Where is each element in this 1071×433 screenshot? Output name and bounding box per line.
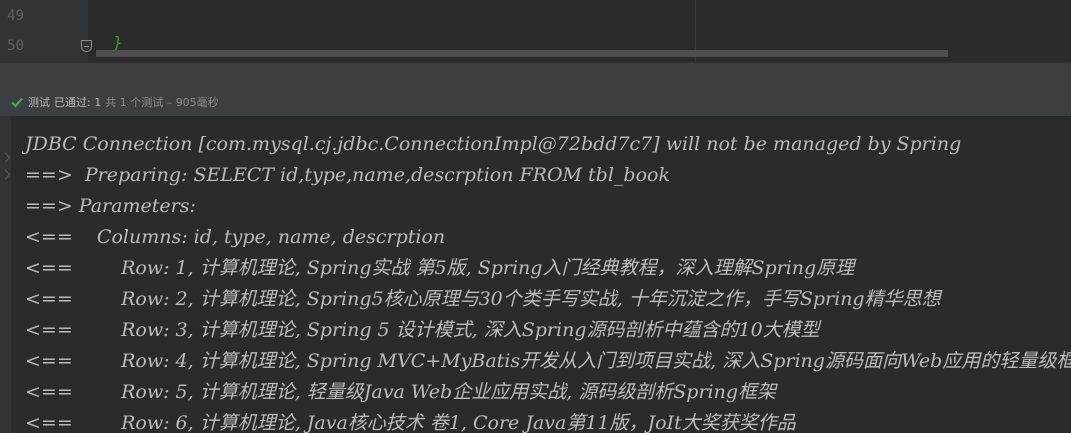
console-output[interactable]: JDBC Connection [com.mysql.cj.jdbc.Conne… bbox=[0, 116, 1071, 433]
check-icon bbox=[11, 97, 23, 108]
test-status-bar: 测试 已通过: 1 共 1 个测试 – 905毫秒 bbox=[0, 62, 1071, 116]
test-result-summary: 测试 已通过: 1 共 1 个测试 – 905毫秒 bbox=[10, 93, 223, 111]
console-line: <== Row: 6, 计算机理论, Java核心技术 卷1, Core Jav… bbox=[25, 412, 796, 433]
test-detail: 共 1 个测试 – 905毫秒 bbox=[105, 96, 219, 109]
console-line: ==> Preparing: SELECT id,type,name,descr… bbox=[25, 164, 670, 186]
console-line: <== Row: 3, 计算机理论, Spring 5 设计模式, 深入Spri… bbox=[25, 319, 820, 341]
console-line: JDBC Connection [com.mysql.cj.jdbc.Conne… bbox=[25, 133, 962, 155]
horizontal-scrollbar[interactable] bbox=[96, 50, 948, 57]
console-line: <== Columns: id, type, name, descrption bbox=[25, 226, 446, 248]
console-line: <== Row: 5, 计算机理论, 轻量级Java Web企业应用实战, 源码… bbox=[25, 381, 777, 403]
fold-arrow-icon[interactable] bbox=[0, 152, 11, 163]
line-number: 49 bbox=[7, 8, 24, 24]
fold-arrow-icon[interactable] bbox=[0, 169, 11, 180]
console-line: <== Row: 4, 计算机理论, Spring MVC+MyBatis开发从… bbox=[25, 350, 1071, 372]
console-gutter bbox=[0, 116, 11, 433]
test-passed-count: 已通过: 1 bbox=[54, 96, 102, 109]
line-number: 50 bbox=[7, 38, 24, 54]
test-label: 测试 bbox=[28, 96, 50, 109]
code-editor[interactable]: 49 50 } bbox=[0, 0, 1071, 62]
console-line: <== Row: 2, 计算机理论, Spring5核心原理与30个类手写实战,… bbox=[25, 288, 941, 310]
console-line: ==> Parameters: bbox=[25, 195, 202, 217]
console-line: <== Row: 1, 计算机理论, Spring实战 第5版, Spring入… bbox=[25, 257, 855, 279]
editor-gutter: 49 50 bbox=[0, 0, 88, 62]
fold-icon[interactable] bbox=[81, 40, 92, 52]
console-lines: JDBC Connection [com.mysql.cj.jdbc.Conne… bbox=[25, 116, 1071, 433]
